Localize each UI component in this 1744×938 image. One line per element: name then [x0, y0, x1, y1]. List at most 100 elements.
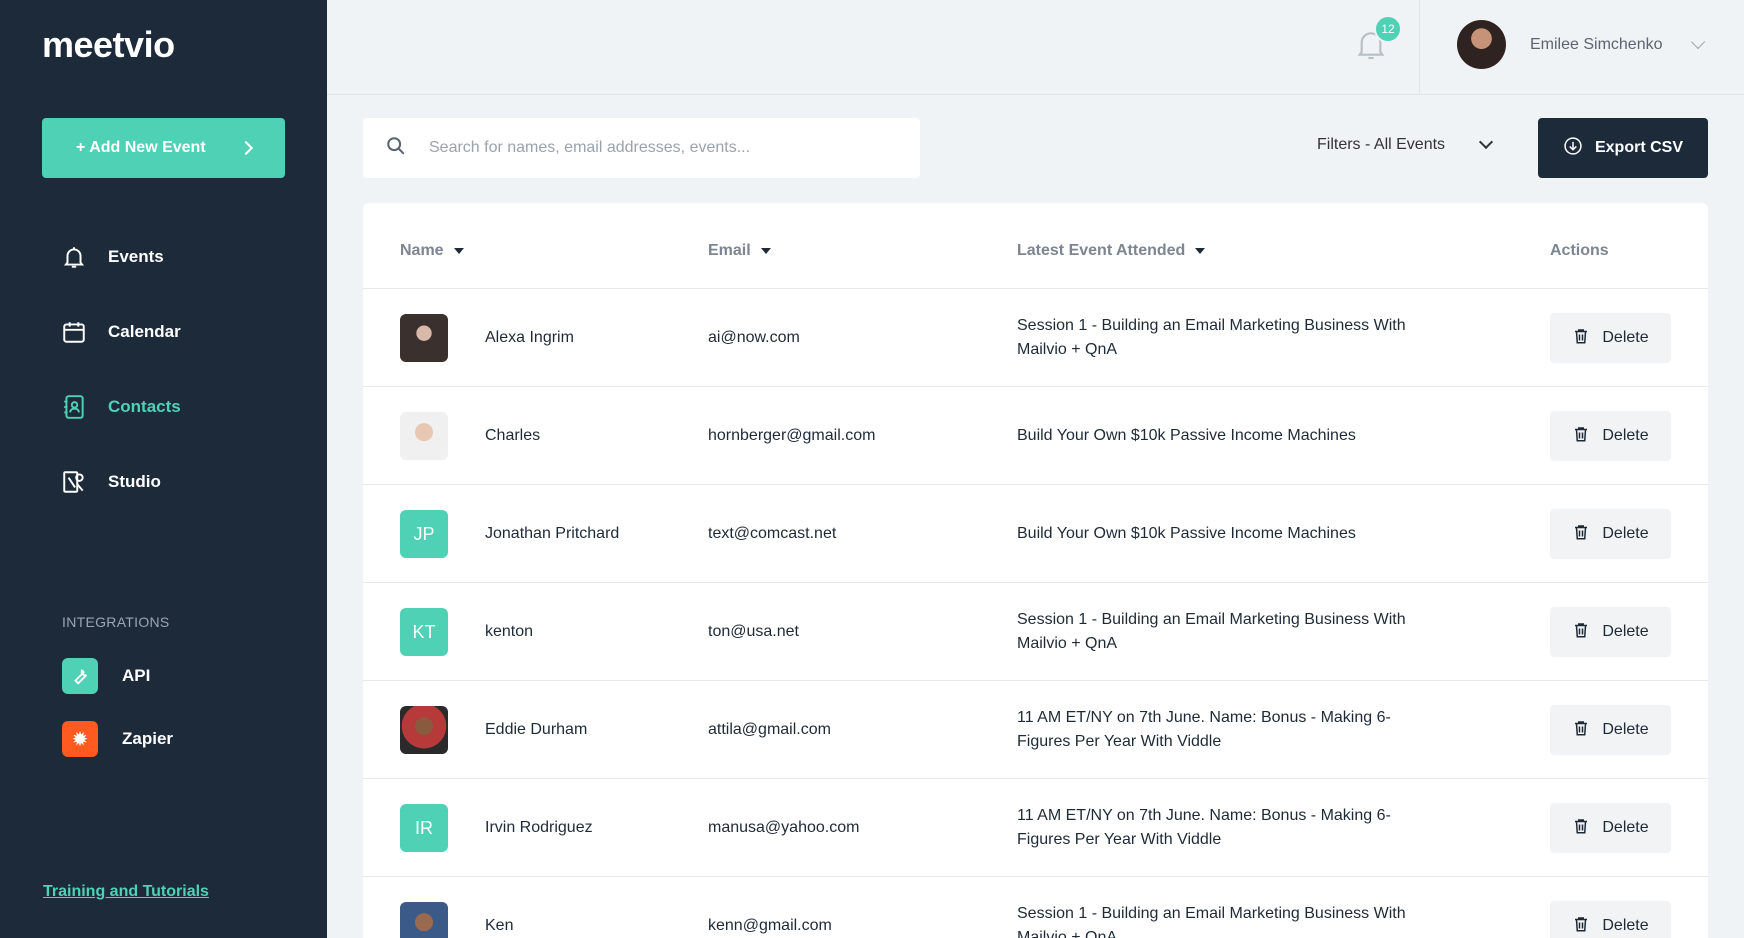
- wrench-icon: [62, 658, 98, 694]
- search-icon: [385, 135, 407, 162]
- calendar-icon: [60, 318, 88, 346]
- avatar: [400, 706, 448, 754]
- trash-icon: [1572, 523, 1590, 546]
- sidebar-item-label: Calendar: [108, 322, 181, 341]
- contact-name: kenton: [485, 623, 534, 640]
- add-new-event-label: + Add New Event: [76, 139, 206, 156]
- column-label: Email: [708, 242, 751, 259]
- contact-latest-event: Session 1 - Building an Email Marketing …: [1017, 611, 1406, 652]
- trash-icon: [1572, 817, 1590, 840]
- delete-label: Delete: [1602, 623, 1649, 640]
- sidebar-item-label: Events: [108, 247, 164, 266]
- contact-name: Ken: [485, 917, 514, 934]
- avatar: [400, 902, 448, 938]
- contact-email: ai@now.com: [708, 329, 800, 346]
- delete-button[interactable]: Delete: [1550, 803, 1671, 853]
- column-label: Latest Event Attended: [1017, 242, 1186, 259]
- delete-button[interactable]: Delete: [1550, 313, 1671, 363]
- chevron-down-icon: [1690, 34, 1705, 49]
- avatar: JP: [400, 510, 448, 558]
- delete-label: Delete: [1602, 329, 1649, 346]
- contacts-icon: [60, 393, 88, 421]
- zapier-icon: ✹: [62, 721, 98, 757]
- delete-button[interactable]: Delete: [1550, 901, 1671, 938]
- search-input[interactable]: [429, 139, 869, 157]
- sidebar-item-events[interactable]: Events: [60, 243, 164, 271]
- delete-label: Delete: [1602, 917, 1649, 934]
- delete-label: Delete: [1602, 721, 1649, 738]
- delete-label: Delete: [1602, 525, 1649, 542]
- column-header-actions: Actions: [1550, 242, 1609, 260]
- training-tutorials-link[interactable]: Training and Tutorials: [43, 883, 209, 901]
- trash-icon: [1572, 719, 1590, 742]
- table-row: Charles hornberger@gmail.com Build Your …: [363, 387, 1708, 485]
- delete-label: Delete: [1602, 427, 1649, 444]
- integration-label: API: [122, 666, 151, 685]
- table-row: Eddie Durham attila@gmail.com 11 AM ET/N…: [363, 681, 1708, 779]
- sort-caret-icon: [1195, 248, 1206, 254]
- avatar: [400, 412, 448, 460]
- chevron-right-icon: [238, 140, 254, 156]
- user-menu[interactable]: Emilee Simchenko: [1457, 20, 1705, 69]
- integrations-heading: INTEGRATIONS: [62, 614, 170, 630]
- avatar: IR: [400, 804, 448, 852]
- contact-latest-event: Session 1 - Building an Email Marketing …: [1017, 905, 1406, 938]
- delete-label: Delete: [1602, 819, 1649, 836]
- filters-label: Filters - All Events: [1317, 136, 1446, 153]
- contact-latest-event: Build Your Own $10k Passive Income Machi…: [1017, 525, 1356, 542]
- contact-email: kenn@gmail.com: [708, 917, 832, 934]
- contact-email: attila@gmail.com: [708, 721, 831, 738]
- table-row: KT kenton ton@usa.net Session 1 - Buildi…: [363, 583, 1708, 681]
- search-box: [363, 118, 920, 178]
- contact-latest-event: 11 AM ET/NY on 7th June. Name: Bonus - M…: [1017, 709, 1391, 750]
- sidebar-item-label: Studio: [108, 472, 161, 491]
- contact-latest-event: 11 AM ET/NY on 7th June. Name: Bonus - M…: [1017, 807, 1391, 848]
- table-row: Ken kenn@gmail.com Session 1 - Building …: [363, 877, 1708, 938]
- contact-name: Jonathan Pritchard: [485, 525, 620, 542]
- integration-api[interactable]: API: [62, 658, 150, 694]
- integration-zapier[interactable]: ✹ Zapier: [62, 721, 173, 757]
- contact-name: Irvin Rodriguez: [485, 819, 593, 836]
- table-row: JP Jonathan Pritchard text@comcast.net B…: [363, 485, 1708, 583]
- studio-icon: [60, 468, 88, 496]
- sidebar-item-calendar[interactable]: Calendar: [60, 318, 181, 346]
- delete-button[interactable]: Delete: [1550, 509, 1671, 559]
- sort-caret-icon: [453, 248, 464, 254]
- table-row: IR Irvin Rodriguez manusa@yahoo.com 11 A…: [363, 779, 1708, 877]
- delete-button[interactable]: Delete: [1550, 607, 1671, 657]
- sidebar: meetvio + Add New Event Events Calendar …: [0, 0, 327, 938]
- meetvio-logo[interactable]: meetvio: [42, 24, 175, 66]
- export-csv-label: Export CSV: [1594, 139, 1683, 156]
- trash-icon: [1572, 327, 1590, 350]
- avatar: [400, 314, 448, 362]
- table-header: Name Email Latest Event Attended Actions: [363, 203, 1708, 289]
- contact-name: Eddie Durham: [485, 721, 588, 738]
- contact-email: text@comcast.net: [708, 525, 837, 542]
- sidebar-item-studio[interactable]: Studio: [60, 468, 161, 496]
- bell-icon: [60, 243, 88, 271]
- trash-icon: [1572, 915, 1590, 938]
- contact-email: hornberger@gmail.com: [708, 427, 876, 444]
- sidebar-item-label: Contacts: [108, 397, 181, 416]
- column-header-latest-event[interactable]: Latest Event Attended: [1017, 242, 1206, 260]
- column-label: Actions: [1550, 242, 1609, 259]
- avatar: [1457, 20, 1506, 69]
- contacts-table: Name Email Latest Event Attended Actions…: [363, 203, 1708, 938]
- export-csv-button[interactable]: Export CSV: [1538, 118, 1708, 178]
- contact-email: ton@usa.net: [708, 623, 799, 640]
- table-row: Alexa Ingrim ai@now.com Session 1 - Buil…: [363, 289, 1708, 387]
- delete-button[interactable]: Delete: [1550, 411, 1671, 461]
- contact-name: Charles: [485, 427, 541, 444]
- column-header-email[interactable]: Email: [708, 242, 771, 260]
- contact-name: Alexa Ingrim: [485, 329, 574, 346]
- trash-icon: [1572, 621, 1590, 644]
- sort-caret-icon: [760, 248, 771, 254]
- filters-dropdown[interactable]: Filters - All Events: [1317, 134, 1494, 154]
- column-header-name[interactable]: Name: [400, 242, 464, 260]
- sidebar-item-contacts[interactable]: Contacts: [60, 393, 181, 421]
- contact-email: manusa@yahoo.com: [708, 819, 860, 836]
- chevron-down-icon: [1478, 134, 1494, 150]
- add-new-event-button[interactable]: + Add New Event: [42, 118, 285, 178]
- contact-latest-event: Session 1 - Building an Email Marketing …: [1017, 317, 1406, 358]
- delete-button[interactable]: Delete: [1550, 705, 1671, 755]
